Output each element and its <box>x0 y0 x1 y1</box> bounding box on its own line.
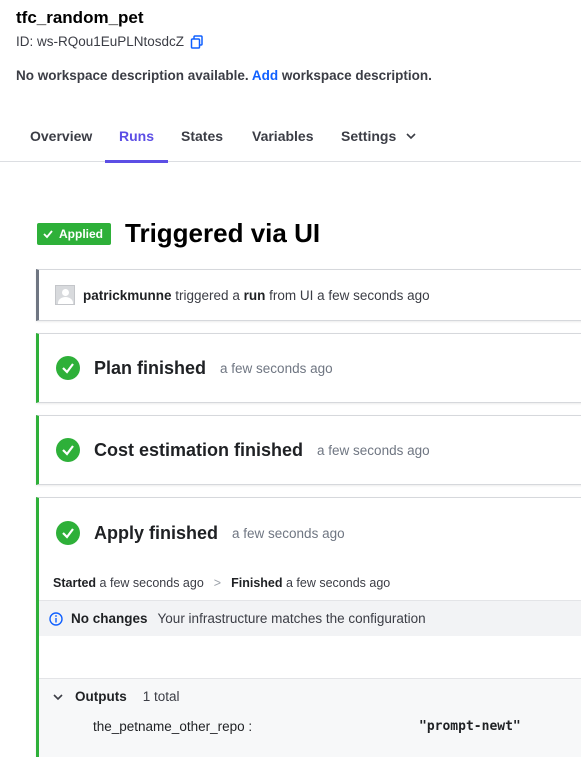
outputs-count: 1 total <box>142 689 180 704</box>
tab-settings-label: Settings <box>341 127 397 144</box>
timeline-arrow: > <box>213 576 222 590</box>
outputs-toggle[interactable]: Outputs 1 total <box>53 689 180 704</box>
workspace-id-text: ID: ws-RQou1EuPLNtosdcZ <box>16 34 185 49</box>
step-title: Plan finished <box>94 357 207 378</box>
plan-step-card[interactable]: Plan finished a few seconds ago <box>36 333 581 403</box>
avatar <box>55 285 75 305</box>
apply-timeline: Started a few seconds ago > Finished a f… <box>53 576 390 590</box>
description-prefix: No workspace description available. <box>16 68 249 83</box>
finished-label: Finished <box>231 576 283 590</box>
tab-states[interactable]: States <box>181 110 223 161</box>
tab-overview[interactable]: Overview <box>30 110 92 161</box>
step-time: a few seconds ago <box>317 442 430 458</box>
tab-variables[interactable]: Variables <box>252 110 314 161</box>
description-suffix: workspace description. <box>281 68 432 83</box>
outputs-label: Outputs <box>75 689 127 704</box>
no-changes-text: Your infrastructure matches the configur… <box>157 611 426 626</box>
started-label: Started <box>53 576 97 590</box>
step-time: a few seconds ago <box>232 525 345 541</box>
workspace-name: tfc_random_pet <box>16 8 144 27</box>
workspace-tabs: Overview Runs States Variables Settings <box>0 110 581 163</box>
trigger-text-1: triggered a <box>171 287 244 303</box>
output-value: "prompt-newt" <box>419 719 521 734</box>
step-time: a few seconds ago <box>220 360 333 376</box>
outputs-panel: Outputs 1 total the_petname_other_repo :… <box>39 678 581 757</box>
run-header: Applied Triggered via UI <box>37 218 320 249</box>
trigger-card: patrickmunne triggered a run from UI a f… <box>36 269 581 321</box>
check-circle-icon <box>56 356 80 380</box>
run-title: Triggered via UI <box>125 218 321 248</box>
check-icon <box>43 229 53 238</box>
trigger-user[interactable]: patrickmunne <box>83 288 172 303</box>
copy-icon[interactable] <box>190 34 204 49</box>
output-name: the_petname_other_repo : <box>93 719 253 734</box>
no-changes-label: No changes <box>71 611 148 626</box>
started-time: a few seconds ago <box>96 576 204 590</box>
chevron-down-icon <box>406 132 416 139</box>
no-changes-banner: No changes Your infrastructure matches t… <box>39 600 581 636</box>
workspace-id: ID: ws-RQou1EuPLNtosdcZ <box>16 34 204 49</box>
finished-time: a few seconds ago <box>282 576 391 590</box>
chevron-down-icon <box>53 693 63 700</box>
check-circle-icon <box>56 438 80 462</box>
step-title: Apply finished <box>94 522 219 543</box>
check-circle-icon <box>56 521 80 545</box>
trigger-text-2: from UI a few seconds ago <box>265 287 430 303</box>
apply-step-card: Apply finished a few seconds ago Started… <box>36 497 581 757</box>
trigger-run-word: run <box>243 287 266 303</box>
info-icon <box>49 611 63 626</box>
workspace-description: No workspace description available. Add … <box>16 68 432 83</box>
add-description-link[interactable]: Add <box>252 68 278 83</box>
status-badge: Applied <box>37 222 111 245</box>
apply-step-header[interactable]: Apply finished a few seconds ago <box>39 498 581 568</box>
step-title: Cost estimation finished <box>94 439 304 460</box>
tab-runs[interactable]: Runs <box>105 110 168 163</box>
status-badge-label: Applied <box>59 226 103 241</box>
cost-estimation-step-card[interactable]: Cost estimation finished a few seconds a… <box>36 415 581 485</box>
tab-settings[interactable]: Settings <box>341 110 416 161</box>
